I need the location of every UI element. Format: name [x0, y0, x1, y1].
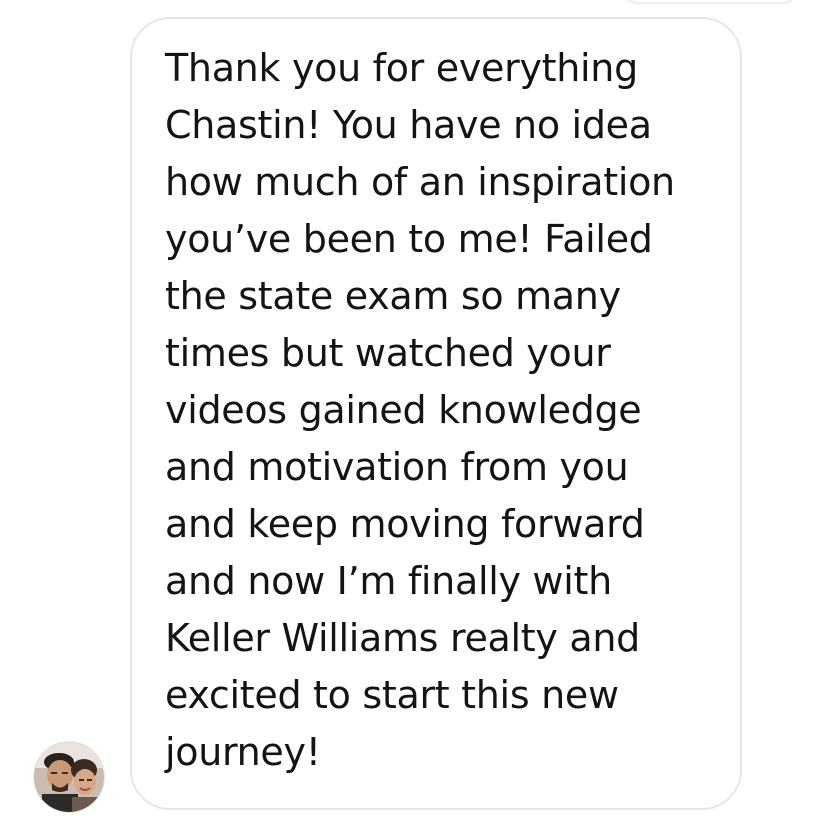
previous-message-bubble[interactable]: [620, 0, 800, 4]
avatar-photo-icon: [34, 742, 104, 812]
message-line: videos gained knowledge: [165, 388, 642, 432]
dm-thread: Thank you for everything Chastin! You ha…: [0, 0, 826, 821]
message-line: Keller Williams realty and: [165, 616, 640, 660]
message-line: and motivation from you: [165, 445, 629, 489]
message-line: you’ve been to me! Failed: [165, 217, 653, 261]
message-line: excited to start this new: [165, 673, 619, 717]
message-line: Chastin! You have no idea: [165, 103, 652, 147]
message-line: Thank you for everything: [165, 46, 638, 90]
sender-avatar[interactable]: [33, 741, 105, 813]
message-line: the state exam so many: [165, 274, 621, 318]
message-line: times but watched your: [165, 331, 611, 375]
message-line: how much of an inspiration: [165, 160, 675, 204]
message-line: and now I’m finally with: [165, 559, 612, 603]
message-line: and keep moving forward: [165, 502, 645, 546]
message-line: journey!: [165, 730, 321, 774]
